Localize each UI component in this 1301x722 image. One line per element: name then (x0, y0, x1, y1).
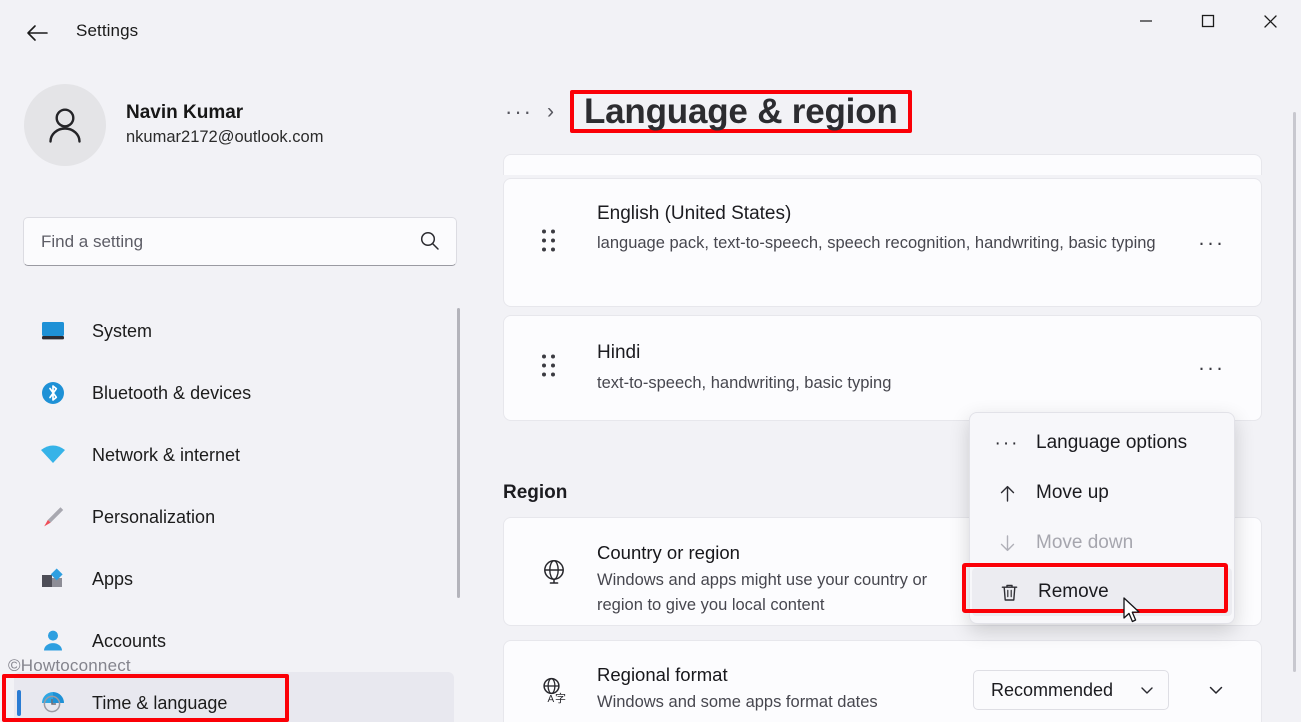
app-title: Settings (76, 21, 139, 40)
sidebar-item-label: Accounts (92, 630, 167, 651)
search-icon[interactable] (419, 230, 440, 256)
breadcrumb-overflow-button[interactable]: ··· (505, 100, 533, 123)
window-controls (1115, 0, 1301, 42)
search-input[interactable]: Find a setting (23, 217, 457, 266)
minimize-button[interactable] (1115, 0, 1177, 42)
drag-handle-icon[interactable] (542, 229, 560, 256)
system-icon (38, 316, 68, 346)
person-avatar-icon (49, 108, 81, 143)
country-or-region-description: Windows and apps might use your country … (597, 571, 928, 614)
sidebar-item-apps[interactable]: Apps (14, 548, 454, 610)
maximize-icon (1201, 14, 1215, 28)
page-title: Language & region (583, 92, 898, 131)
language-more-button[interactable]: ··· (1198, 358, 1225, 379)
menu-item-move-down: Move down (970, 518, 1234, 568)
close-icon (1263, 14, 1277, 28)
language-card-partial[interactable] (503, 154, 1262, 175)
remove-annotation (962, 563, 1228, 613)
language-card-english[interactable]: English (United States) language pack, t… (503, 178, 1262, 307)
time-language-annotation (2, 674, 289, 722)
country-or-region-title: Country or region (597, 542, 740, 563)
page-title-annotation: Language & region (569, 90, 912, 133)
title-bar: Settings (0, 0, 1301, 62)
settings-window: Settings Navin Kumar nkumar2172@outlook.… (0, 0, 1301, 722)
breadcrumb: ··· › Language & region (505, 90, 912, 133)
apps-icon (38, 564, 68, 594)
globe-icon (537, 555, 571, 589)
search-placeholder: Find a setting (41, 231, 144, 251)
regional-format-description: Windows and some apps format dates (597, 693, 878, 711)
language-name: Hindi (597, 342, 641, 363)
drag-handle-icon[interactable] (542, 354, 560, 382)
svg-text:字: 字 (555, 691, 566, 705)
language-more-button[interactable]: ··· (1198, 232, 1225, 253)
wifi-icon (38, 440, 68, 470)
language-features: text-to-speech, handwriting, basic typin… (597, 374, 892, 392)
menu-item-language-options[interactable]: ··· Language options (970, 418, 1234, 468)
regional-format-value: Recommended (991, 679, 1114, 700)
svg-text:A: A (548, 694, 555, 705)
arrow-down-icon (994, 533, 1020, 554)
menu-item-label: Move up (1036, 482, 1109, 503)
arrow-up-icon (994, 483, 1020, 504)
sidebar-item-system[interactable]: System (14, 300, 454, 362)
accounts-icon (38, 626, 68, 656)
sidebar-item-label: Personalization (92, 506, 216, 527)
language-features: language pack, text-to-speech, speech re… (597, 234, 1156, 252)
account-text: Navin Kumar nkumar2172@outlook.com (126, 101, 323, 148)
paintbrush-icon (38, 502, 68, 532)
section-title-region: Region (503, 482, 568, 503)
language-name: English (United States) (597, 203, 792, 224)
sidebar-item-label: Network & internet (92, 444, 241, 465)
regional-format-row[interactable]: A 字 Regional format Windows and some app… (503, 640, 1262, 722)
regional-format-expander[interactable] (1199, 673, 1233, 707)
maximize-button[interactable] (1177, 0, 1239, 42)
regional-format-dropdown[interactable]: Recommended (973, 670, 1169, 710)
chevron-down-icon (1141, 687, 1153, 694)
sidebar: Navin Kumar nkumar2172@outlook.com Find … (0, 62, 470, 722)
ellipsis-icon: ··· (994, 432, 1020, 454)
sidebar-item-personalization[interactable]: Personalization (14, 486, 454, 548)
avatar (24, 84, 106, 166)
account-email: nkumar2172@outlook.com (126, 128, 324, 147)
sidebar-item-bluetooth-devices[interactable]: Bluetooth & devices (14, 362, 454, 424)
back-button[interactable] (20, 17, 54, 49)
menu-item-label: Language options (1036, 432, 1188, 453)
watermark: ©Howtoconnect (8, 656, 131, 675)
chevron-down-icon (1209, 686, 1223, 694)
close-button[interactable] (1239, 0, 1301, 42)
minimize-icon (1140, 20, 1152, 22)
sidebar-item-label: System (92, 320, 153, 341)
language-card-hindi[interactable]: Hindi text-to-speech, handwriting, basic… (503, 315, 1262, 421)
menu-item-label: Move down (1036, 532, 1134, 553)
sidebar-scrollbar[interactable] (457, 308, 460, 598)
back-arrow-icon (27, 25, 48, 41)
menu-item-move-up[interactable]: Move up (970, 468, 1234, 518)
sidebar-item-label: Bluetooth & devices (92, 382, 252, 403)
sidebar-item-network-internet[interactable]: Network & internet (14, 424, 454, 486)
breadcrumb-separator-icon: › (546, 99, 554, 123)
mouse-cursor (1122, 597, 1144, 632)
account-name: Navin Kumar (126, 102, 244, 124)
bluetooth-icon (38, 378, 68, 408)
account-block[interactable]: Navin Kumar nkumar2172@outlook.com (24, 84, 323, 166)
sidebar-item-label: Apps (92, 568, 134, 589)
globe-language-icon: A 字 (537, 673, 571, 707)
regional-format-title: Regional format (597, 664, 728, 685)
content-scrollbar[interactable] (1293, 112, 1296, 672)
